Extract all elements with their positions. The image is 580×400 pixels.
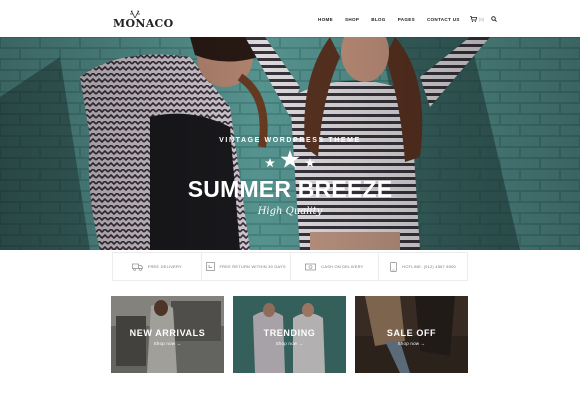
feature-free-delivery: FREE DELIVERY (113, 253, 202, 280)
feature-hotline: HOTLINE: (012) 4567 8900 (379, 253, 467, 280)
feature-cash-on-delivery: CASH ON DELIVERY (291, 253, 380, 280)
nav-shop[interactable]: SHOP (345, 17, 359, 22)
nav-blog[interactable]: BLOG (371, 17, 385, 22)
truck-icon (131, 263, 143, 271)
nav-home[interactable]: HOME (318, 17, 333, 22)
promo-title: TRENDING (263, 328, 316, 338)
nav-contact-us[interactable]: CONTACT US (427, 17, 460, 22)
site-header: MONACO HOME SHOP BLOG PAGES CONTACT US (… (0, 0, 580, 37)
main-nav: HOME SHOP BLOG PAGES CONTACT US (0) (318, 16, 498, 22)
feature-free-return: FREE RETURN WITHIN 30 DAYS (202, 253, 291, 280)
cart-icon (469, 16, 477, 22)
promo-new-arrivals[interactable]: NEW ARRIVALS Shop now → (111, 296, 224, 373)
hero-title: SUMMER BREEZE (187, 176, 393, 202)
cash-icon (305, 263, 317, 270)
promo-link[interactable]: Shop now → (233, 341, 346, 346)
features-bar: FREE DELIVERY FREE RETURN WITHIN 30 DAYS… (112, 252, 468, 281)
feature-label: HOTLINE: (012) 4567 8900 (402, 264, 456, 269)
hero-banner: VINTAGE WORDPRESS THEME SUMMER BREEZE Hi… (0, 37, 580, 250)
feature-label: FREE RETURN WITHIN 30 DAYS (219, 264, 286, 269)
stars-icon (265, 150, 315, 168)
phone-icon (390, 261, 398, 272)
site-logo[interactable]: MONACO (113, 10, 173, 30)
cart-count: (0) (478, 16, 485, 22)
logo-text: MONACO (113, 17, 174, 30)
cart-button[interactable]: (0) (469, 16, 485, 22)
hero-subtitle: High Quality (257, 206, 323, 217)
promo-trending[interactable]: TRENDING Shop now → (233, 296, 346, 373)
promo-title: NEW ARRIVALS (129, 328, 206, 338)
promo-link[interactable]: Shop now → (111, 341, 224, 346)
hero-tagline: VINTAGE WORDPRESS THEME (219, 137, 361, 144)
feature-label: FREE DELIVERY (147, 264, 182, 269)
feature-label: CASH ON DELIVERY (321, 264, 364, 269)
promo-title: SALE OFF (386, 328, 437, 338)
return-box-icon (205, 262, 215, 271)
nav-pages[interactable]: PAGES (398, 17, 415, 22)
promo-sale-off[interactable]: SALE OFF Shop now → (355, 296, 468, 373)
search-icon[interactable] (491, 16, 498, 22)
promo-link[interactable]: Shop now → (355, 341, 468, 346)
